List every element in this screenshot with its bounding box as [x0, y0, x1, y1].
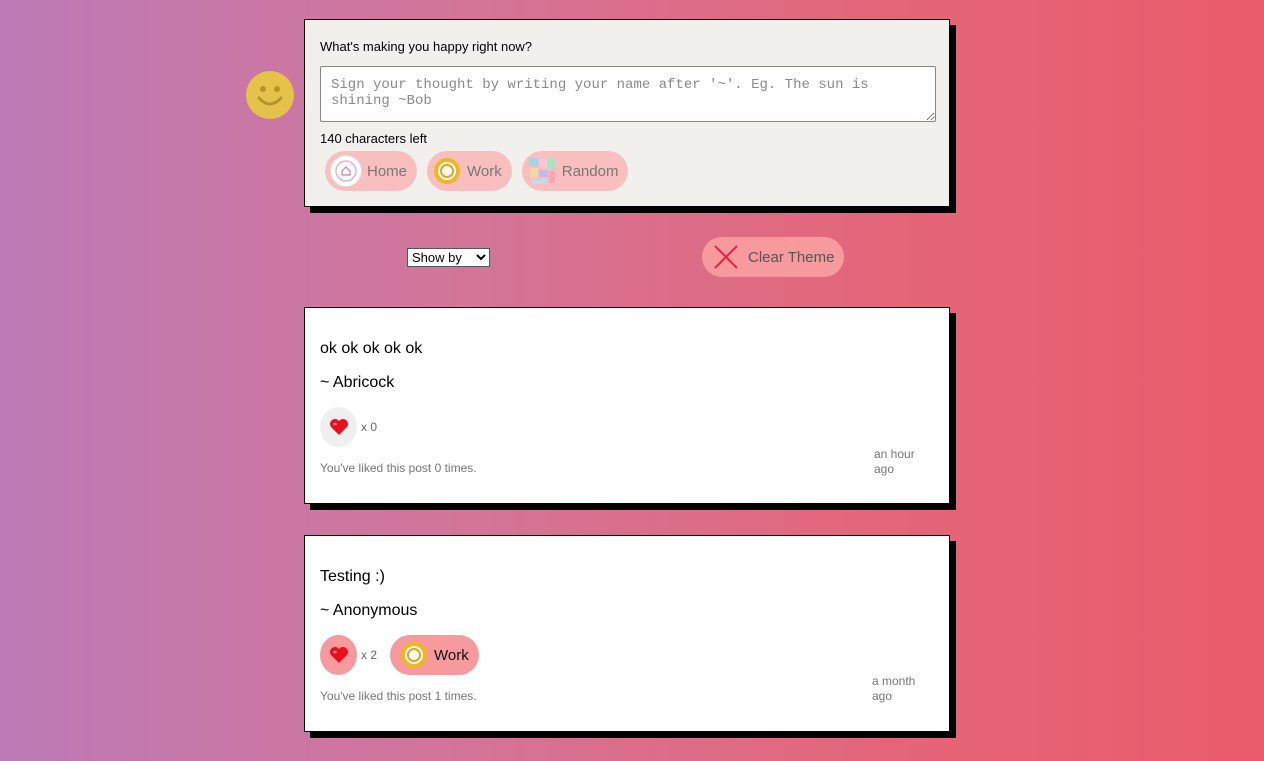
gear-icon — [432, 156, 462, 186]
post-text: Testing :) — [320, 568, 385, 585]
compose-card: What's making you happy right now? 140 c… — [304, 19, 950, 207]
post-text: ok ok ok ok ok — [320, 340, 423, 357]
gear-icon — [399, 640, 429, 670]
like-button[interactable] — [320, 635, 357, 675]
post-card: Testing :) ~ Anonymous x 2 Work You've l… — [304, 535, 950, 732]
heart-icon — [329, 647, 348, 663]
random-icon — [527, 156, 557, 186]
theme-selector: Home Work Random — [325, 151, 629, 191]
theme-home-button[interactable]: Home — [325, 151, 418, 191]
thought-input[interactable] — [320, 66, 936, 122]
post-timestamp: an hour ago — [874, 447, 915, 476]
like-row: x 2 Work — [320, 635, 479, 675]
theme-random-label: Random — [561, 162, 619, 180]
theme-work-button[interactable]: Work — [427, 151, 512, 191]
characters-left: 140 characters left — [320, 131, 427, 146]
like-row: x 0 — [320, 407, 377, 447]
show-by-select[interactable]: Show by — [407, 248, 490, 267]
post-theme-badge[interactable]: Work — [390, 635, 479, 675]
post-author: ~ Abricock — [320, 374, 395, 391]
theme-work-label: Work — [467, 162, 502, 180]
like-count: x 0 — [361, 420, 378, 434]
post-card: ok ok ok ok ok ~ Abricock x 0 You've lik… — [304, 307, 950, 504]
post-timestamp: a month ago — [872, 674, 916, 703]
post-theme-label: Work — [434, 646, 469, 664]
post-author: ~ Anonymous — [320, 602, 418, 619]
clear-theme-label: Clear Theme — [748, 248, 835, 266]
close-icon — [714, 245, 738, 269]
liked-message: You've liked this post 1 times. — [320, 689, 477, 703]
home-icon — [330, 155, 362, 187]
like-button[interactable] — [320, 407, 357, 447]
theme-random-button[interactable]: Random — [521, 151, 629, 191]
liked-message: You've liked this post 0 times. — [320, 461, 477, 475]
like-count: x 2 — [361, 648, 378, 662]
heart-icon — [329, 419, 348, 435]
smiley-face-icon — [246, 71, 294, 119]
clear-theme-button[interactable]: Clear Theme — [702, 237, 844, 277]
compose-prompt: What's making you happy right now? — [320, 39, 533, 54]
theme-home-label: Home — [367, 162, 408, 180]
